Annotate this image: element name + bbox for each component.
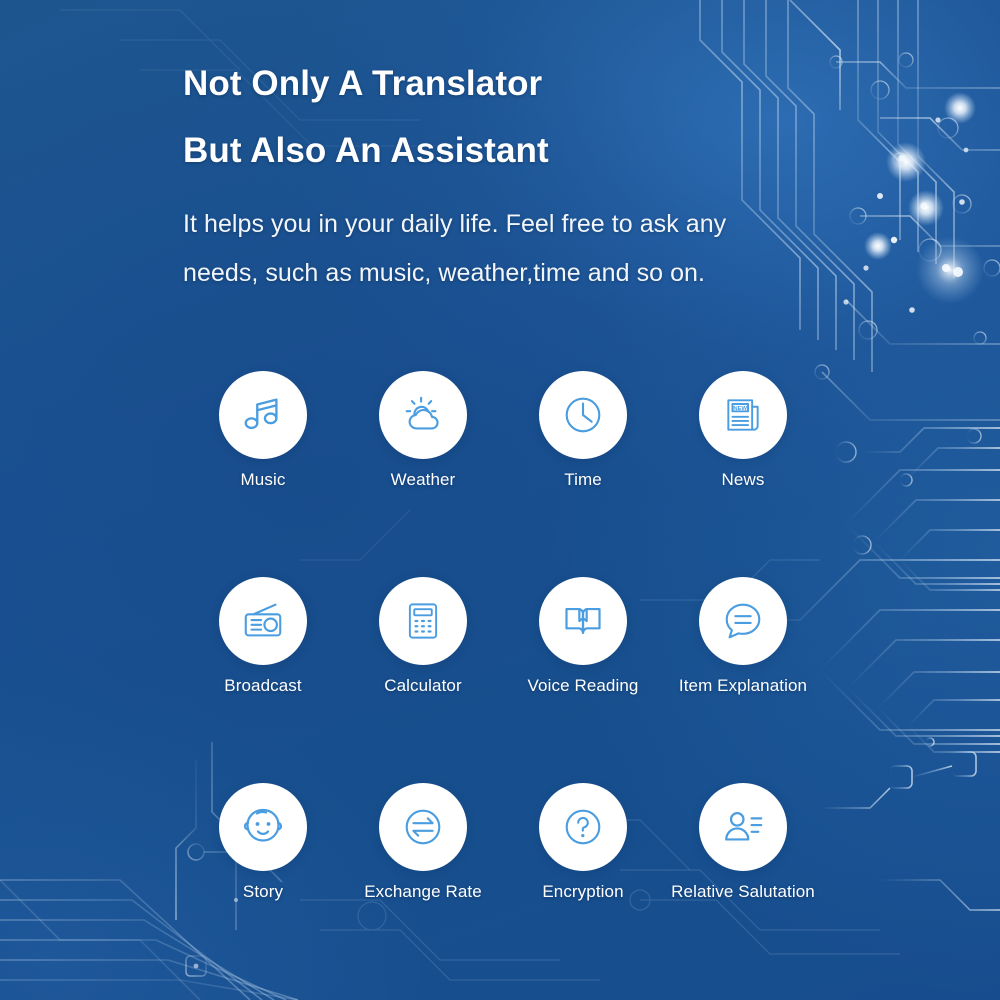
feature-label: Exchange Rate bbox=[364, 882, 482, 901]
feature-grid: Music Weather Time NEW News Broadcast Ca… bbox=[0, 0, 1000, 1000]
feature-label: Encryption bbox=[542, 882, 624, 901]
feature-label: Time bbox=[564, 470, 602, 489]
feature-item-weather[interactable]: Weather bbox=[343, 371, 503, 490]
feature-label: Relative Salutation bbox=[671, 882, 815, 901]
baby-face-icon bbox=[243, 808, 283, 842]
feature-item-relative-salutation[interactable]: Relative Salutation bbox=[663, 783, 823, 902]
radio-icon bbox=[244, 603, 282, 637]
feature-label: Broadcast bbox=[224, 676, 302, 695]
feature-disc bbox=[379, 783, 467, 871]
promo-banner: Not Only A Translator But Also An Assist… bbox=[0, 0, 1000, 1000]
feature-label: Weather bbox=[390, 470, 456, 489]
feature-disc bbox=[219, 371, 307, 459]
person-list-icon bbox=[725, 812, 763, 841]
feature-label: News bbox=[721, 470, 765, 489]
feature-disc bbox=[699, 577, 787, 665]
question-mark-icon bbox=[565, 809, 601, 845]
feature-label: Story bbox=[242, 882, 284, 901]
feature-item-voice-reading[interactable]: Voice Reading bbox=[503, 577, 663, 696]
feature-label: Music bbox=[240, 470, 286, 489]
feature-item-exchange-rate[interactable]: Exchange Rate bbox=[343, 783, 503, 902]
feature-disc bbox=[539, 371, 627, 459]
feature-disc bbox=[699, 783, 787, 871]
feature-item-story[interactable]: Story bbox=[183, 783, 343, 902]
open-book-icon bbox=[565, 607, 601, 635]
sun-cloud-icon bbox=[405, 396, 439, 430]
feature-disc bbox=[219, 783, 307, 871]
newspaper-icon: NEW bbox=[727, 399, 759, 431]
feature-disc bbox=[539, 783, 627, 871]
exchange-arrows-icon bbox=[405, 809, 441, 845]
speech-bubble-icon bbox=[725, 603, 761, 639]
feature-label: Item Explanation bbox=[678, 676, 808, 695]
feature-item-calculator[interactable]: Calculator bbox=[343, 577, 503, 696]
feature-disc bbox=[539, 577, 627, 665]
feature-item-encryption[interactable]: Encryption bbox=[503, 783, 663, 902]
feature-disc bbox=[379, 371, 467, 459]
calculator-icon bbox=[408, 603, 438, 639]
clock-icon bbox=[565, 397, 601, 433]
feature-disc bbox=[219, 577, 307, 665]
feature-label: Voice Reading bbox=[527, 676, 639, 695]
music-note-icon bbox=[244, 398, 278, 430]
feature-item-broadcast[interactable]: Broadcast bbox=[183, 577, 343, 696]
feature-item-music[interactable]: Music bbox=[183, 371, 343, 490]
feature-disc bbox=[379, 577, 467, 665]
feature-item-news[interactable]: NEW News bbox=[663, 371, 823, 490]
feature-disc: NEW bbox=[699, 371, 787, 459]
feature-item-time[interactable]: Time bbox=[503, 371, 663, 490]
news-badge-text: NEW bbox=[733, 406, 747, 412]
feature-label: Calculator bbox=[384, 676, 462, 695]
feature-item-item-explanation[interactable]: Item Explanation bbox=[663, 577, 823, 696]
